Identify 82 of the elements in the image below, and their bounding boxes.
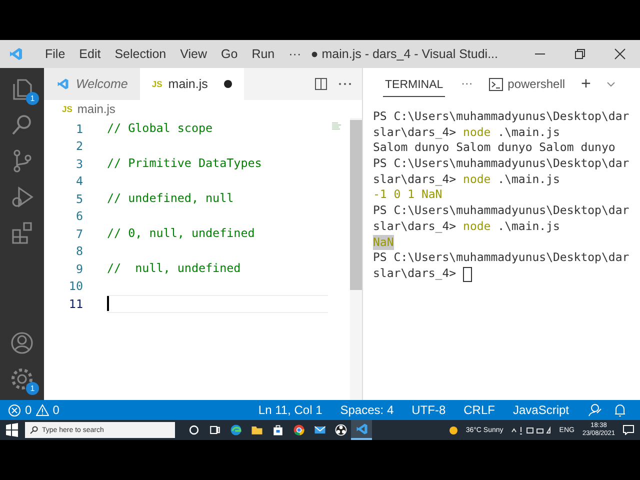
shell-name[interactable]: powershell: [508, 77, 566, 91]
window-title: ● main.js - dars_4 - Visual Studi...: [310, 47, 498, 61]
line-number: 6: [74, 209, 84, 224]
editor-tab[interactable]: JS main.js: [140, 68, 244, 100]
terminal-tab[interactable]: TERMINAL: [383, 71, 446, 97]
search-icon: [30, 426, 38, 434]
menu-item[interactable]: File: [38, 47, 72, 61]
terminal-icon: [488, 78, 503, 90]
selected-output: NaN: [373, 234, 394, 250]
terminal-text: PS C:\Users\muhammadyunus\Desktop\dar: [373, 109, 630, 125]
line-number: 4: [74, 174, 84, 188]
terminal-command: node: [463, 124, 491, 140]
status-item[interactable]: Spaces: 4: [333, 403, 401, 417]
more-icon[interactable]: [338, 82, 352, 86]
menu-item[interactable]: Run: [244, 47, 282, 61]
feedback-icon[interactable]: [588, 403, 602, 417]
terminal-text: slar\dars_4>: [373, 124, 458, 140]
terminal-text: slar\dars_4>: [373, 266, 458, 282]
sun-icon: [448, 426, 458, 434]
code-line: // Primitive DataTypes: [107, 155, 262, 172]
terminal-command: node: [463, 218, 491, 234]
code-line: // Global scope: [107, 120, 213, 137]
line-number: 7: [74, 226, 84, 241]
terminal-text: PS C:\Users\muhammadyunus\Desktop\dar: [373, 250, 630, 266]
line-number: 9: [74, 262, 84, 276]
warning-icon[interactable]: [36, 404, 49, 416]
vscode-logo-icon: [8, 46, 24, 62]
warning-count[interactable]: 0: [52, 403, 60, 417]
terminal-text: PS C:\Users\muhammadyunus\Desktop\dar: [373, 203, 630, 219]
more-button[interactable]: ···: [461, 78, 473, 90]
line-number: 10: [68, 279, 84, 294]
menu-item[interactable]: Edit: [72, 47, 108, 61]
line-number: 11: [68, 296, 84, 311]
close-icon[interactable]: [614, 48, 626, 60]
restore-icon[interactable]: [574, 48, 586, 60]
js-file-icon: JS: [152, 79, 162, 89]
bell-icon[interactable]: [614, 403, 626, 417]
code-line: // 0, null, undefined: [107, 225, 255, 242]
system-tray-icons[interactable]: [511, 426, 552, 434]
terminal-text: slar\dars_4>: [373, 172, 458, 188]
line-number: 3: [74, 156, 84, 171]
menu-item[interactable]: Selection: [108, 47, 174, 61]
status-item[interactable]: JavaScript: [506, 403, 576, 417]
status-item[interactable]: Ln 11, Col 1: [251, 403, 330, 417]
terminal-output: -1 0 1 NaN: [373, 187, 442, 204]
new-terminal-button[interactable]: +: [581, 74, 591, 94]
terminal-cursor: [463, 266, 472, 282]
line-number: 5: [74, 192, 84, 206]
notification-badge: 1: [26, 92, 39, 105]
code-line: // undefined, null: [107, 190, 234, 207]
notification-icon[interactable]: [623, 425, 634, 435]
terminal-text: .\main.js: [496, 172, 560, 188]
terminal-text: .\main.js: [496, 124, 560, 140]
error-icon[interactable]: [8, 404, 21, 416]
notification-badge: 1: [26, 382, 39, 395]
windows-start-icon[interactable]: [5, 423, 19, 437]
terminal-text: .\main.js: [496, 218, 560, 234]
vscode-logo-icon: [56, 77, 70, 91]
split-editor-icon[interactable]: [314, 77, 328, 91]
line-number: 8: [74, 244, 84, 258]
code-line: // null, undefined: [107, 260, 241, 277]
debug-icon[interactable]: [9, 184, 35, 210]
caret-icon[interactable]: [606, 82, 615, 86]
terminal-text: Salom dunyo Salom dunyo Salom dunyo: [373, 140, 616, 156]
error-count[interactable]: 0: [25, 403, 32, 417]
menu-item[interactable]: Go: [214, 47, 245, 61]
editor-tab[interactable]: Welcome: [44, 68, 140, 100]
breadcrumb-item[interactable]: main.js: [77, 102, 116, 116]
terminal-text: slar\dars_4>: [373, 218, 458, 234]
extensions-icon[interactable]: [9, 220, 35, 246]
scrollbar-thumb[interactable]: [350, 120, 362, 290]
menu-item[interactable]: ···: [282, 47, 308, 61]
terminal-text: PS C:\Users\muhammadyunus\Desktop\dar: [373, 156, 630, 172]
line-number: 1: [74, 122, 84, 136]
menu-item[interactable]: View: [173, 47, 214, 61]
status-item[interactable]: CRLF: [456, 403, 502, 417]
line-number: 2: [74, 139, 84, 154]
account-icon[interactable]: [9, 330, 35, 356]
js-file-icon: JS: [62, 104, 72, 114]
terminal-command: node: [463, 172, 491, 188]
minimap: [332, 122, 344, 130]
status-item[interactable]: UTF-8: [404, 403, 453, 417]
